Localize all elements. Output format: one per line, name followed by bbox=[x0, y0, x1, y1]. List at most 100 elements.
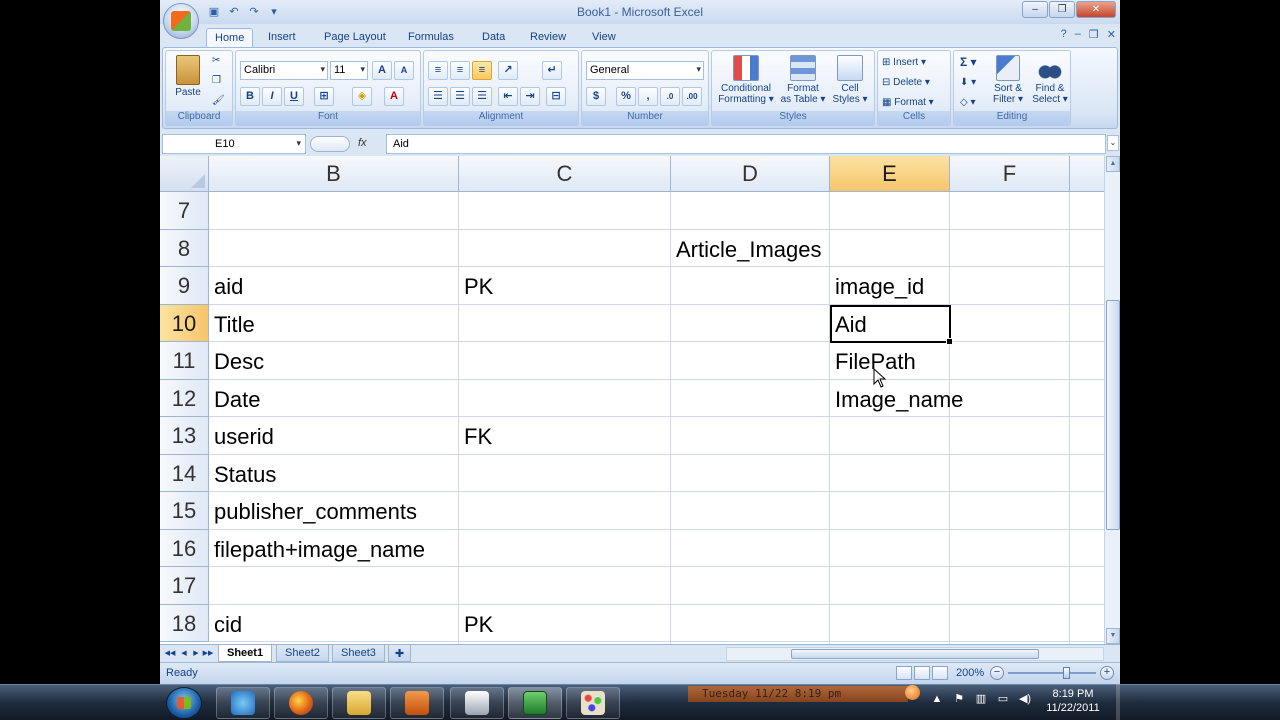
format-painter-icon[interactable]: 🖌 bbox=[212, 95, 225, 106]
network-icon[interactable]: ▥ bbox=[974, 692, 988, 706]
fill-color-icon[interactable]: ◈ bbox=[352, 87, 372, 106]
flag-icon[interactable]: ⚑ bbox=[952, 692, 966, 706]
zoom-slider-thumb[interactable] bbox=[1063, 667, 1070, 679]
sort-filter-button[interactable]: Sort & Filter ▾ bbox=[988, 55, 1028, 105]
align-left-icon[interactable]: ☰ bbox=[428, 87, 448, 106]
row-header-8[interactable]: 8 bbox=[160, 229, 209, 267]
formula-input[interactable]: Aid bbox=[386, 134, 1106, 154]
italic-button[interactable]: I bbox=[262, 87, 282, 106]
volume-icon[interactable]: ◀) bbox=[1018, 692, 1032, 706]
cell-b16[interactable]: filepath+image_name bbox=[214, 530, 425, 567]
show-desktop-button[interactable] bbox=[1116, 684, 1120, 720]
last-sheet-icon[interactable]: ▶▶ bbox=[202, 647, 214, 660]
close-button[interactable]: ✕ bbox=[1076, 1, 1116, 18]
row-header-12[interactable]: 12 bbox=[160, 379, 209, 417]
select-all-corner[interactable] bbox=[160, 156, 209, 192]
taskbar-app-5[interactable] bbox=[450, 687, 504, 719]
ribbon-minimize-icon[interactable]: – bbox=[1075, 28, 1081, 41]
scroll-up-icon[interactable]: ▲ bbox=[1106, 156, 1120, 172]
formula-bar-toggle[interactable] bbox=[310, 136, 350, 152]
align-right-icon[interactable]: ☰ bbox=[472, 87, 492, 106]
vertical-scroll-thumb[interactable] bbox=[1106, 300, 1120, 530]
tab-view[interactable]: View bbox=[584, 28, 624, 48]
page-layout-view-icon[interactable] bbox=[914, 666, 930, 680]
bold-button[interactable]: B bbox=[240, 87, 260, 106]
align-center-icon[interactable]: ☰ bbox=[450, 87, 470, 106]
name-box[interactable]: E10 bbox=[162, 134, 306, 154]
decrease-decimal-icon[interactable]: .00 bbox=[682, 87, 702, 106]
next-sheet-icon[interactable]: ▶ bbox=[190, 647, 202, 660]
merge-center-icon[interactable]: ⊟ bbox=[546, 87, 566, 106]
horizontal-scroll-thumb[interactable] bbox=[791, 649, 1039, 659]
row-header-16[interactable]: 16 bbox=[160, 529, 209, 567]
first-sheet-icon[interactable]: ◀◀ bbox=[164, 647, 176, 660]
cell-styles-button[interactable]: Cell Styles ▾ bbox=[828, 55, 872, 105]
cell-e9[interactable]: image_id bbox=[835, 267, 924, 304]
column-header-partial[interactable] bbox=[1070, 156, 1104, 192]
copy-icon[interactable]: ❐ bbox=[212, 75, 221, 86]
column-header-f[interactable]: F bbox=[950, 156, 1070, 192]
sheet-tab-sheet1[interactable]: Sheet1 bbox=[218, 645, 273, 662]
zoom-out-button[interactable]: − bbox=[990, 666, 1004, 680]
restore-button[interactable]: ❐ bbox=[1049, 1, 1075, 18]
ribbon-close-icon[interactable]: ✕ bbox=[1107, 28, 1116, 41]
row-header-7[interactable]: 7 bbox=[160, 192, 209, 230]
horizontal-scrollbar[interactable] bbox=[726, 647, 1104, 661]
taskbar-ie[interactable] bbox=[216, 687, 270, 719]
insert-function-button[interactable]: fx bbox=[310, 136, 370, 152]
increase-indent-icon[interactable]: ⇥ bbox=[520, 87, 540, 106]
tab-home[interactable]: Home bbox=[206, 28, 254, 48]
tab-page-layout[interactable]: Page Layout bbox=[316, 28, 394, 48]
column-header-d[interactable]: D bbox=[671, 156, 830, 192]
cell-b13[interactable]: userid bbox=[214, 417, 274, 454]
cell-e12[interactable]: Image_name bbox=[835, 380, 963, 417]
cell-b11[interactable]: Desc bbox=[214, 342, 264, 379]
number-format-combo[interactable]: General bbox=[586, 61, 704, 80]
column-header-c[interactable]: C bbox=[459, 156, 671, 192]
row-header-18[interactable]: 18 bbox=[160, 604, 209, 642]
cell-d8[interactable]: Article_Images bbox=[676, 230, 822, 267]
tab-review[interactable]: Review bbox=[522, 28, 574, 48]
conditional-formatting-button[interactable]: Conditional Formatting ▾ bbox=[714, 55, 778, 105]
column-header-b[interactable]: B bbox=[209, 156, 459, 192]
row-header-13[interactable]: 13 bbox=[160, 417, 209, 455]
find-select-button[interactable]: Find & Select ▾ bbox=[1030, 55, 1070, 105]
taskbar-firefox[interactable] bbox=[274, 687, 328, 719]
office-button[interactable] bbox=[163, 3, 199, 39]
taskbar-explorer[interactable] bbox=[332, 687, 386, 719]
shrink-font-button[interactable]: A bbox=[394, 61, 414, 80]
format-cells-button[interactable]: ▦ Format ▾ bbox=[882, 97, 934, 108]
taskbar-clock[interactable]: 8:19 PM 11/22/2011 bbox=[1034, 687, 1112, 715]
borders-icon[interactable]: ⊞ bbox=[314, 87, 334, 106]
font-size-combo[interactable]: 11 bbox=[330, 61, 368, 80]
align-middle-icon[interactable]: ≡ bbox=[450, 61, 470, 80]
tab-insert[interactable]: Insert bbox=[260, 28, 304, 48]
align-top-icon[interactable]: ≡ bbox=[428, 61, 448, 80]
spreadsheet-grid[interactable]: BCDEF 7 8 9 10 11 12 13 14 15 16 17 18 Article_Imag… bbox=[160, 156, 1104, 644]
taskbar-paint[interactable] bbox=[566, 687, 620, 719]
underline-button[interactable]: U bbox=[284, 87, 304, 106]
expand-formula-bar-icon[interactable]: ⌄ bbox=[1107, 135, 1119, 151]
monitor-icon[interactable]: ▭ bbox=[996, 692, 1010, 706]
paste-button[interactable]: Paste bbox=[170, 55, 206, 98]
grow-font-button[interactable]: A bbox=[372, 61, 392, 80]
show-hidden-icons-icon[interactable]: ▲ bbox=[930, 692, 944, 706]
row-header-11[interactable]: 11 bbox=[160, 342, 209, 380]
row-header-17[interactable]: 17 bbox=[160, 567, 209, 605]
cell-b18[interactable]: cid bbox=[214, 605, 242, 642]
cell-b9[interactable]: aid bbox=[214, 267, 243, 304]
percent-button[interactable]: % bbox=[616, 87, 636, 106]
row-header-15[interactable]: 15 bbox=[160, 492, 209, 530]
fill-icon[interactable]: ⬇ ▾ bbox=[960, 77, 976, 88]
taskbar-excel[interactable] bbox=[508, 687, 562, 719]
sheet-tab-sheet2[interactable]: Sheet2 bbox=[276, 645, 329, 662]
zoom-in-button[interactable]: + bbox=[1100, 666, 1114, 680]
clear-icon[interactable]: ◇ ▾ bbox=[960, 97, 976, 108]
help-icon[interactable]: ? bbox=[1061, 28, 1067, 41]
align-bottom-icon[interactable]: ≡ bbox=[472, 61, 492, 80]
active-cell-border[interactable] bbox=[830, 305, 953, 345]
cell-c9[interactable]: PK bbox=[464, 267, 493, 304]
wrap-text-icon[interactable]: ↵ bbox=[542, 61, 562, 80]
column-header-e[interactable]: E bbox=[830, 156, 950, 192]
prev-sheet-icon[interactable]: ◀ bbox=[178, 647, 190, 660]
